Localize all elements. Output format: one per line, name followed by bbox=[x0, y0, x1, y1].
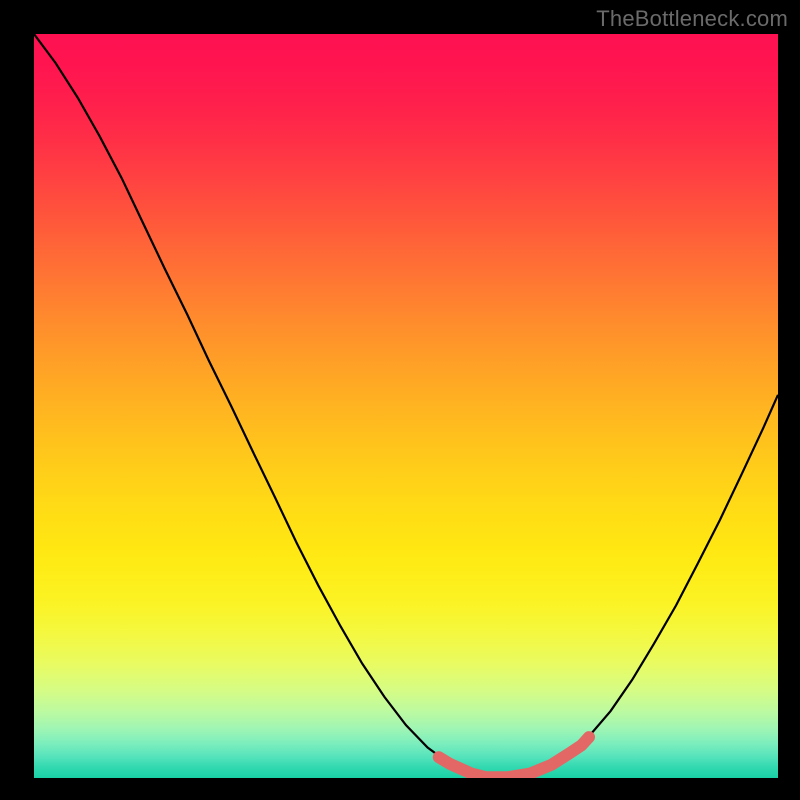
chart-frame: TheBottleneck.com bbox=[0, 0, 800, 800]
bottleneck-curve bbox=[34, 34, 778, 777]
curve-layer bbox=[34, 34, 778, 778]
plot-area bbox=[34, 34, 778, 778]
optimum-marker bbox=[439, 737, 589, 777]
watermark-text: TheBottleneck.com bbox=[596, 6, 788, 32]
